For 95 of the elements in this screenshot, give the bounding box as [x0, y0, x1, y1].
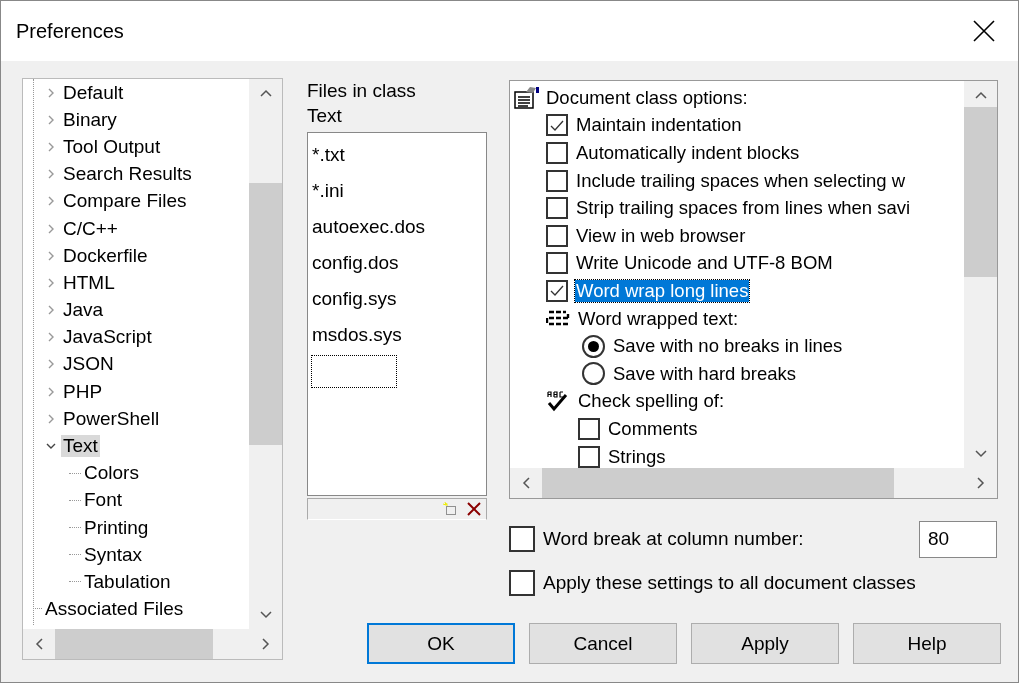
files-label: Files in class [307, 79, 416, 103]
option-label[interactable]: Include trailing spaces when selecting w [575, 169, 907, 192]
scroll-right-icon[interactable] [977, 477, 985, 489]
expand-chevron-icon[interactable] [46, 169, 56, 180]
tree-item[interactable]: Tabulation [82, 570, 173, 593]
expand-chevron-icon[interactable] [46, 196, 56, 207]
option-label[interactable]: Word wrap long lines [575, 279, 750, 302]
checkbox[interactable] [546, 169, 568, 192]
expand-chevron-icon[interactable] [46, 359, 56, 370]
checkmark-icon [550, 285, 564, 297]
option-label[interactable]: Write Unicode and UTF-8 BOM [575, 252, 834, 275]
scroll-up-icon[interactable] [974, 91, 987, 99]
checkmark-icon [550, 119, 564, 131]
horizontal-scrollbar[interactable] [23, 629, 282, 659]
scroll-right-icon[interactable] [262, 638, 270, 650]
file-pattern-item[interactable]: config.dos [311, 245, 483, 281]
checkbox[interactable] [578, 417, 600, 440]
checkbox[interactable] [546, 197, 568, 220]
file-pattern-item[interactable]: autoexec.dos [311, 209, 483, 245]
checkbox[interactable] [509, 570, 535, 596]
file-pattern-item[interactable]: config.sys [311, 281, 483, 317]
option-label: Document class options: [545, 86, 749, 109]
expand-chevron-icon[interactable] [46, 114, 56, 125]
scroll-left-icon[interactable] [522, 477, 530, 489]
tree-item[interactable]: Binary [61, 108, 119, 131]
new-pattern-field[interactable] [311, 355, 397, 388]
column-number-field[interactable]: 80 [919, 520, 997, 558]
expand-chevron-icon[interactable] [46, 223, 56, 234]
tree-item[interactable]: Compare Files [61, 190, 189, 213]
expand-chevron-icon[interactable] [46, 87, 56, 98]
option-label[interactable]: Save with hard breaks [612, 362, 798, 385]
tree-item[interactable]: Tool Output [61, 135, 163, 158]
dialog-button[interactable]: Help [853, 623, 1001, 664]
file-pattern-item[interactable]: *.ini [311, 173, 483, 209]
tree-item[interactable]: PHP [61, 380, 105, 403]
option-label[interactable]: Strings [607, 445, 667, 468]
tree-item[interactable]: Associated Files [43, 597, 186, 620]
option-label[interactable]: Automatically indent blocks [575, 142, 801, 164]
close-icon[interactable] [973, 20, 995, 42]
dialog-button[interactable]: Cancel [529, 623, 677, 664]
vertical-scrollbar[interactable] [249, 79, 282, 629]
tree-item[interactable]: Dockerfile [61, 244, 150, 267]
tree-item[interactable]: PowerShell [61, 407, 162, 430]
checkbox[interactable] [546, 224, 568, 247]
tree-item[interactable]: Syntax [82, 543, 145, 566]
checkbox-label[interactable]: Word break at column number: [543, 528, 804, 550]
checkbox[interactable] [546, 279, 568, 302]
tree-item[interactable]: Printing [82, 516, 151, 539]
expand-chevron-icon[interactable] [46, 277, 56, 288]
option-label[interactable]: Strip trailing spaces from lines when savi [575, 197, 912, 220]
option-label[interactable]: Maintain indentation [575, 114, 743, 137]
option-label[interactable]: Save with no breaks in lines [612, 335, 844, 358]
document-settings-icon [514, 85, 540, 110]
tree-item[interactable]: JavaScript [61, 326, 154, 349]
delete-icon[interactable] [467, 502, 481, 516]
scroll-down-icon[interactable] [259, 611, 272, 619]
tree-item[interactable]: Text [61, 435, 100, 458]
option-label[interactable]: Comments [607, 417, 699, 440]
window-title: Preferences [16, 19, 124, 43]
expand-chevron-icon[interactable] [46, 332, 56, 343]
checkbox-label[interactable]: Apply these settings to all document classes [543, 572, 916, 594]
option-label: Word wrapped text: [577, 307, 740, 330]
new-item-icon[interactable] [443, 502, 457, 516]
expand-chevron-icon[interactable] [46, 250, 56, 261]
tree-item[interactable]: Java [61, 299, 106, 322]
checkbox[interactable] [546, 252, 568, 275]
tree-item[interactable]: Default [61, 81, 126, 104]
dialog-button[interactable]: Apply [691, 623, 839, 664]
checkbox[interactable] [546, 114, 568, 137]
scroll-left-icon[interactable] [35, 638, 43, 650]
tree-item[interactable]: HTML [61, 271, 117, 294]
expand-chevron-icon[interactable] [46, 141, 56, 152]
expand-chevron-icon[interactable] [46, 413, 56, 424]
tree-item[interactable]: Colors [82, 462, 141, 485]
file-pattern-item[interactable]: msdos.sys [311, 317, 483, 353]
tree-item[interactable]: Search Results [61, 163, 194, 186]
horizontal-scrollbar[interactable] [510, 468, 997, 498]
dialog-button[interactable]: OK [367, 623, 515, 664]
radio-button[interactable] [582, 334, 605, 358]
expand-chevron-icon[interactable] [46, 386, 56, 397]
tree-item[interactable]: C/C++ [61, 217, 120, 240]
expand-chevron-icon[interactable] [46, 305, 56, 316]
vertical-scrollbar[interactable] [964, 81, 997, 468]
class-name-label: Text [307, 104, 342, 128]
checkbox[interactable] [509, 526, 535, 552]
checkbox[interactable] [546, 142, 568, 164]
tree-item[interactable]: JSON [61, 353, 116, 376]
option-label: Check spelling of: [577, 390, 726, 413]
scroll-up-icon[interactable] [259, 89, 272, 97]
checkbox[interactable] [578, 445, 600, 468]
radio-button[interactable] [582, 362, 605, 386]
tree-item[interactable]: Font [82, 489, 125, 512]
option-label[interactable]: View in web browser [575, 224, 747, 247]
file-pattern-item[interactable]: *.txt [311, 137, 483, 173]
scroll-down-icon[interactable] [974, 450, 987, 458]
